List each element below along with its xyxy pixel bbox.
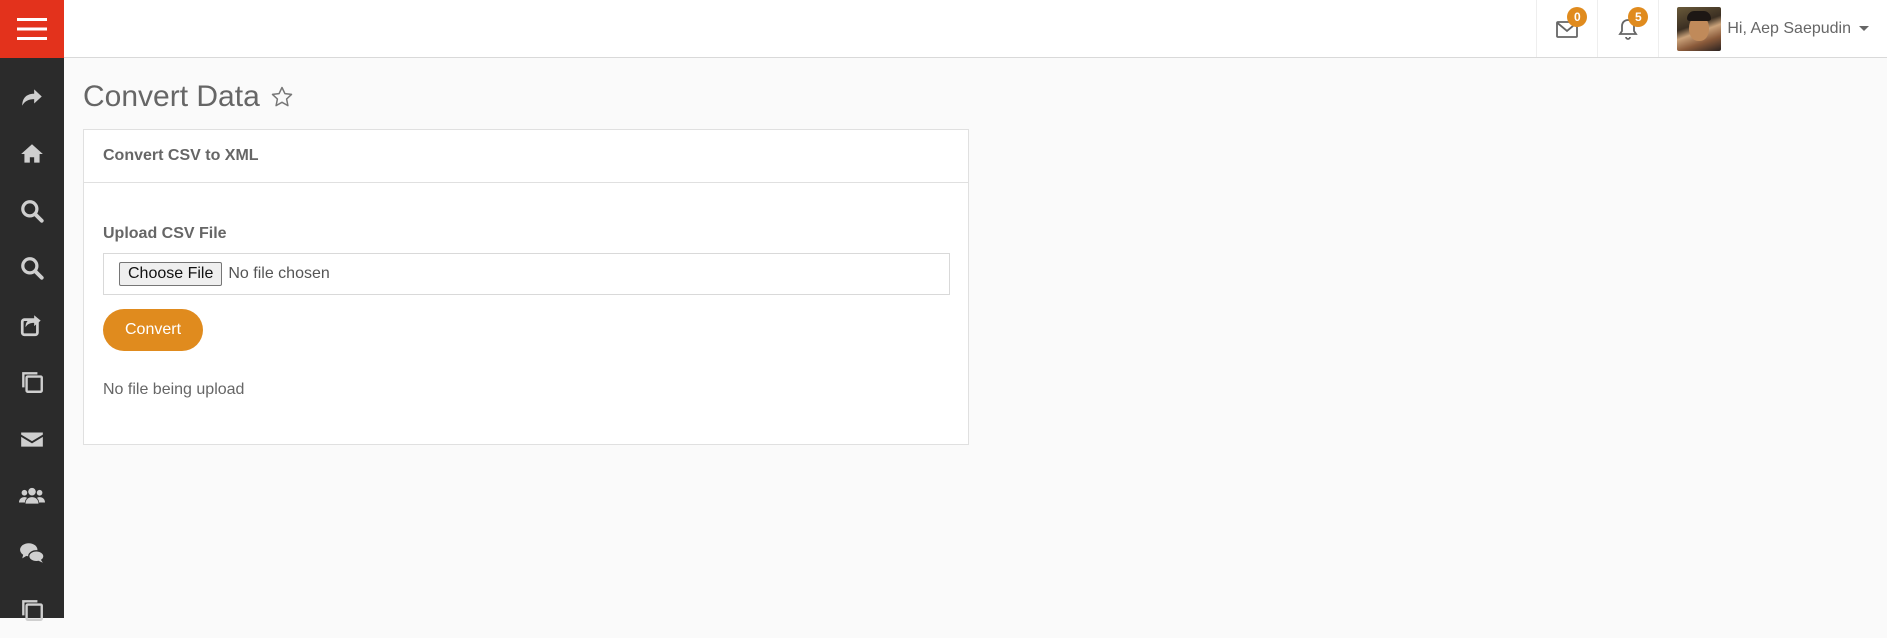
file-status: No file chosen [228,265,330,282]
user-greeting: Hi, Aep Saepudin [1727,19,1851,37]
sidebar-item-copy[interactable] [0,353,64,410]
star-icon[interactable] [270,85,294,109]
search-icon [21,256,44,280]
sidebar-item-search[interactable] [0,182,64,239]
sidebar-item-users[interactable] [0,467,64,524]
messages-button[interactable]: 0 [1536,0,1597,57]
upload-status: No file being upload [103,381,245,398]
page-title: Convert Data [83,80,260,113]
panel-body: Upload CSV File Choose File No file chos… [84,225,968,399]
panel-heading: Convert CSV to XML [84,130,968,183]
choose-file-button[interactable]: Choose File [119,262,223,286]
topbar: 0 5 Hi, Aep Saepudin [64,0,1887,58]
upload-label: Upload CSV File [103,225,227,242]
copy-icon [22,599,43,621]
convert-panel: Convert CSV to XML Upload CSV File Choos… [83,129,969,445]
main-content: Convert Data Convert CSV to XML Upload C… [83,58,969,445]
search-icon [21,199,44,223]
chat-icon [20,542,45,563]
convert-button[interactable]: Convert [103,309,203,351]
sidebar-nav [0,58,64,638]
avatar [1677,6,1722,51]
copy-icon [22,371,43,393]
user-menu[interactable]: Hi, Aep Saepudin [1658,0,1887,57]
sidebar-item-mail[interactable] [0,410,64,467]
sidebar-item-search-2[interactable] [0,239,64,296]
sidebar-item-share[interactable] [0,68,64,125]
sidebar-item-home[interactable] [0,125,64,182]
sidebar-item-external-share[interactable] [0,296,64,353]
notifications-button[interactable]: 5 [1597,0,1658,57]
chevron-down-icon [1859,26,1869,31]
home-icon [21,143,43,163]
menu-toggle-button[interactable] [0,0,64,58]
hamburger-icon [17,18,47,40]
page-header: Convert Data [83,58,294,136]
sidebar-item-chat[interactable] [0,524,64,581]
file-input[interactable]: Choose File No file chosen [103,253,950,295]
sidebar [0,0,64,621]
mail-icon [21,432,43,447]
share-icon [22,88,42,106]
notifications-badge: 5 [1628,7,1649,27]
messages-badge: 0 [1567,7,1588,27]
topbar-actions: 0 5 Hi, Aep Saepudin [1536,0,1887,57]
users-icon [19,487,45,504]
sidebar-item-copy-2[interactable] [0,581,64,638]
app: 0 5 Hi, Aep Saepudin Convert Data Conver… [0,0,1887,621]
external-share-icon [20,314,41,336]
